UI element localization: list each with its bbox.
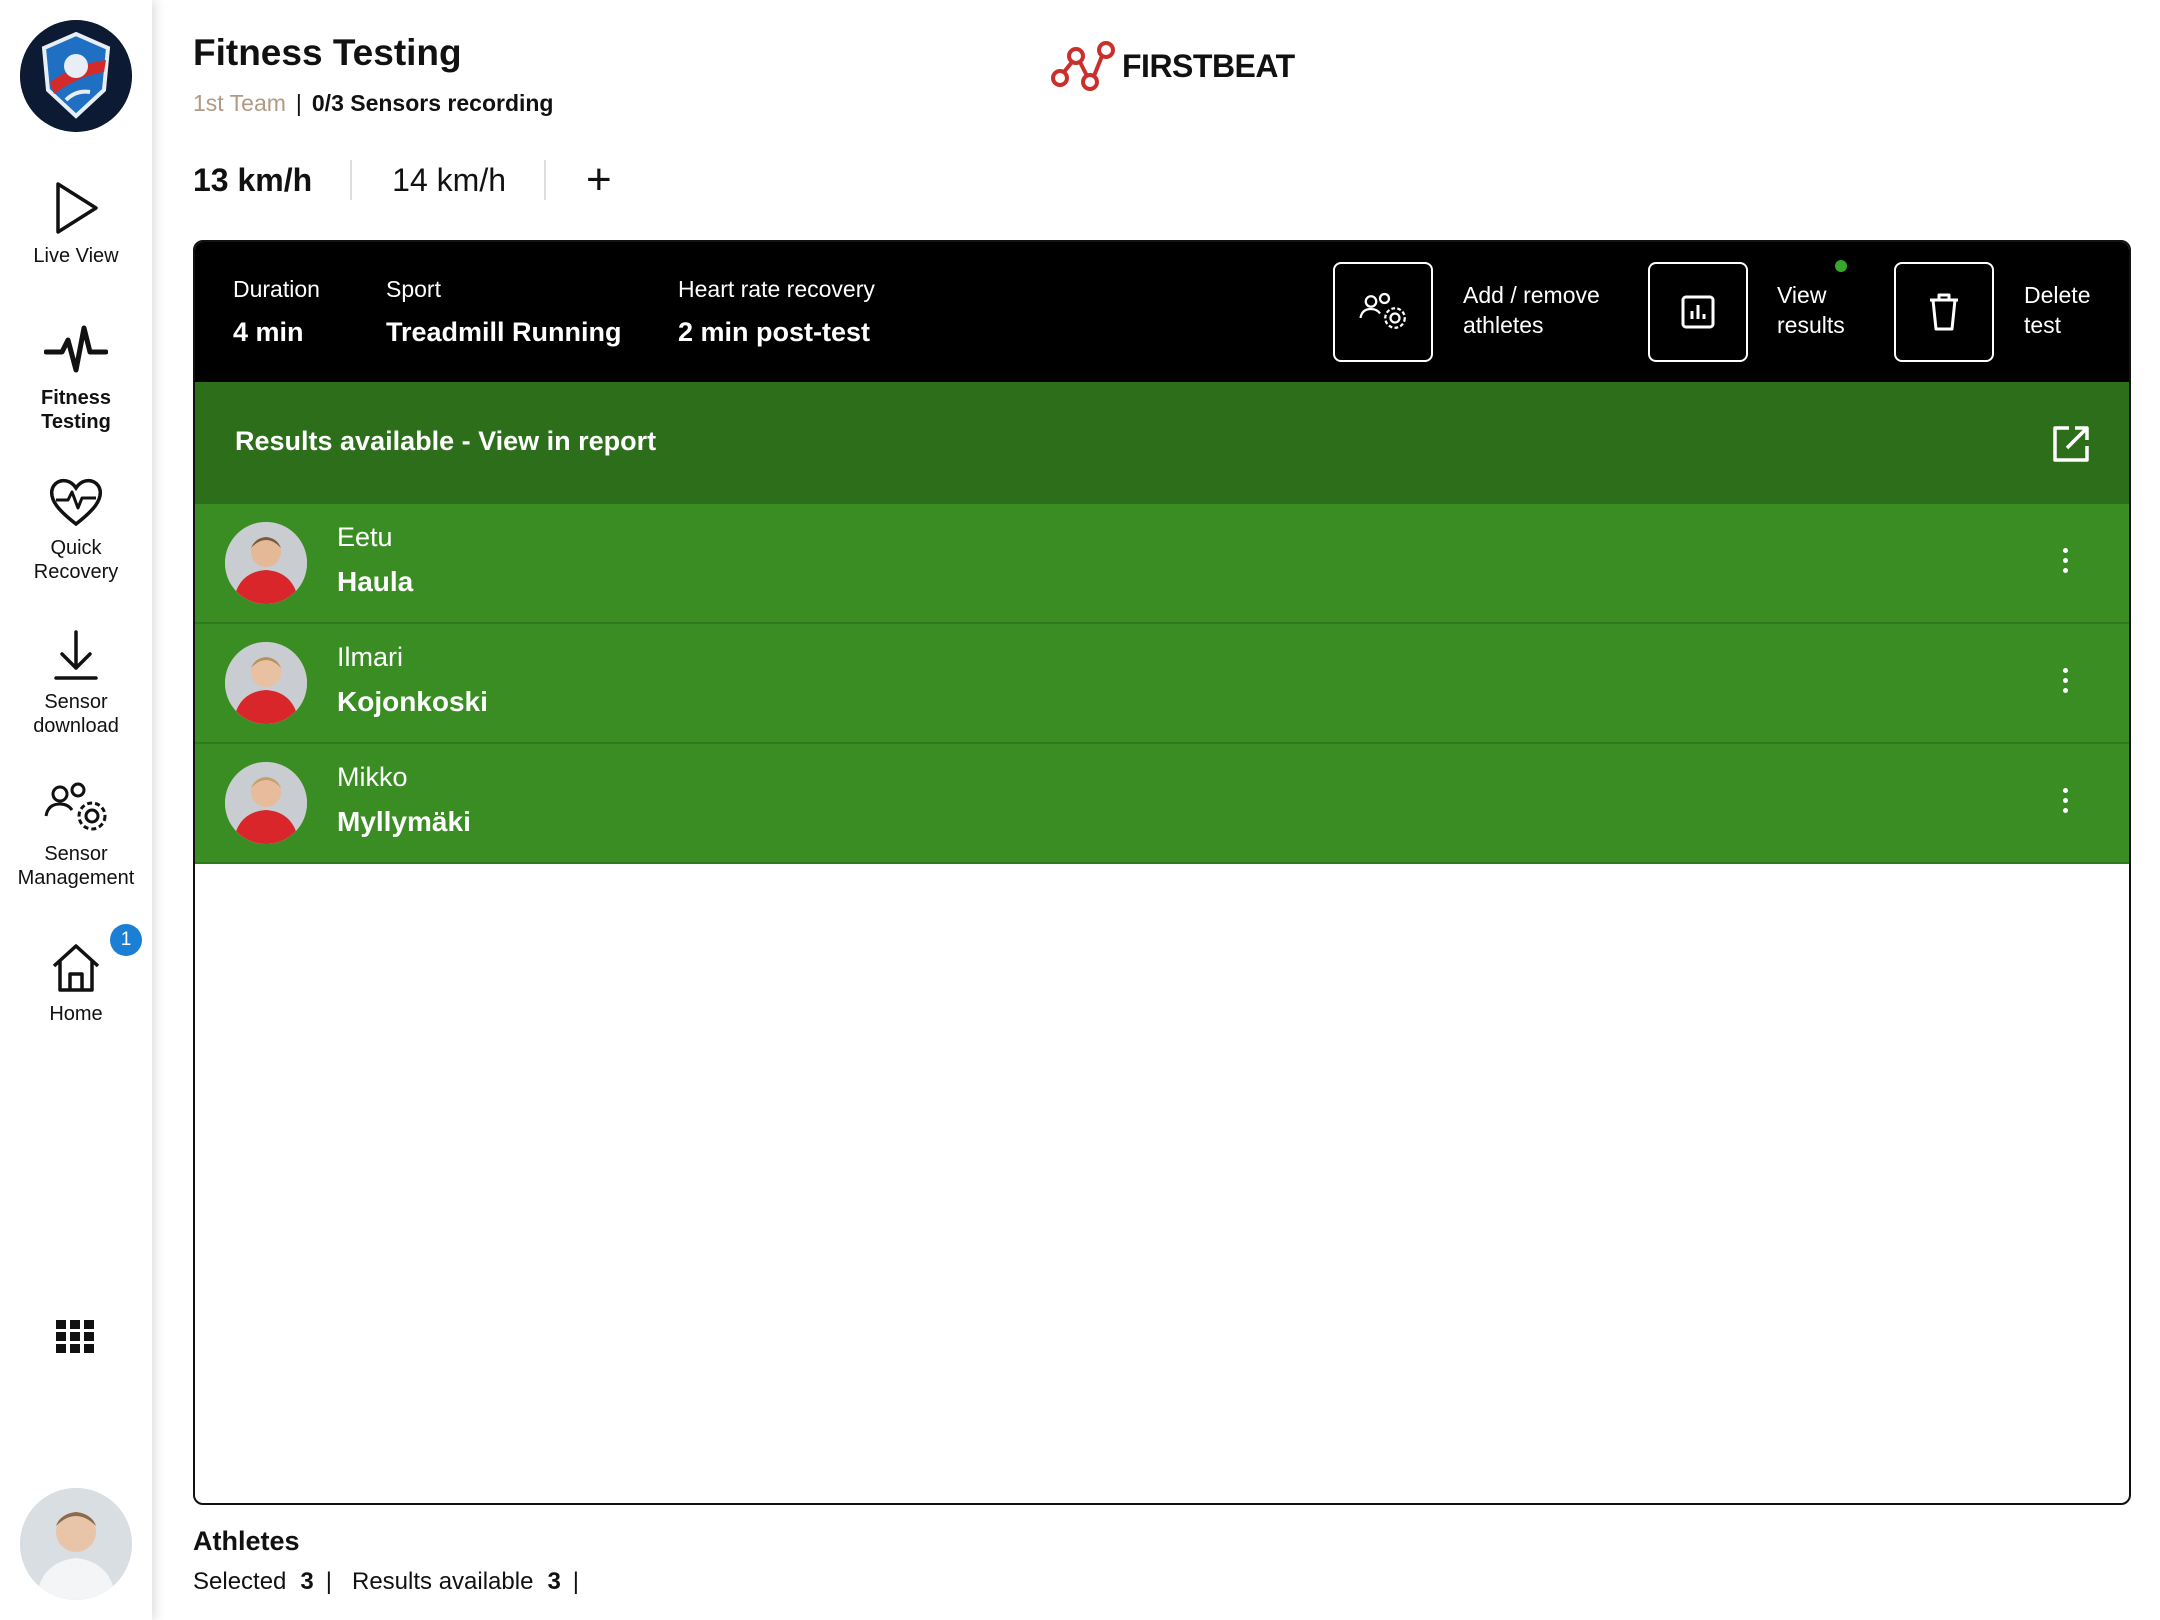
sport-label: Sport [386, 276, 441, 302]
delete-test-label[interactable]: Delete test [2024, 280, 2090, 340]
home-icon [52, 944, 100, 992]
duration-info: Duration 4 min [233, 276, 320, 348]
selected-label: Selected [193, 1568, 287, 1595]
view-results-label[interactable]: View results [1777, 280, 1845, 340]
athlete-row[interactable]: Ilmari Kojonkoski [195, 624, 2129, 744]
sidebar-item-sensor-download[interactable]: Sensor download [0, 630, 152, 738]
tab-14-kmh[interactable]: 14 km/h [392, 162, 544, 199]
athlete-last-name: Kojonkoski [337, 686, 488, 717]
view-results-button[interactable] [1648, 262, 1748, 362]
athlete-row[interactable]: Mikko Myllymäki [195, 744, 2129, 864]
sidebar-item-label: Home [49, 1003, 103, 1025]
sport-info: Sport Treadmill Running [386, 276, 622, 348]
more-options-icon[interactable] [2059, 788, 2071, 820]
add-remove-athletes-label[interactable]: Add / remove athletes [1463, 280, 1600, 340]
athlete-first-name: Eetu [337, 522, 393, 552]
test-panel: Duration 4 min Sport Treadmill Running H… [193, 240, 2131, 1505]
stats-separator: | [325, 1568, 332, 1595]
hr-recovery-value: 2 min post-test [678, 317, 871, 347]
athletes-stats: Selected 3 | Results available 3 | [193, 1568, 599, 1596]
more-options-icon[interactable] [2059, 668, 2071, 700]
subtitle: 1st Team | 0/3 Sensors recording [193, 90, 553, 117]
athlete-avatar [225, 642, 307, 724]
sidebar-item-label: Live View [33, 245, 119, 267]
heart-pulse-icon [49, 478, 103, 527]
trash-icon [1930, 293, 1958, 331]
tab-divider [544, 160, 546, 200]
results-available-label: Results available [352, 1568, 534, 1595]
sidebar-item-live-view[interactable]: Live View [0, 180, 152, 268]
delete-test-button[interactable] [1894, 262, 1994, 362]
athlete-first-name: Ilmari [337, 642, 403, 672]
team-name[interactable]: 1st Team [193, 90, 286, 116]
athlete-avatar [225, 762, 307, 844]
page-title: Fitness Testing [193, 32, 462, 73]
sport-value: Treadmill Running [386, 317, 622, 347]
athlete-first-name: Mikko [337, 762, 408, 792]
heartbeat-pulse-icon [44, 325, 108, 373]
results-banner-text: Results available - View in report [235, 426, 657, 456]
external-link-icon[interactable] [2051, 424, 2091, 464]
sidebar-item-quick-recovery[interactable]: Quick Recovery [0, 476, 152, 584]
subtitle-separator: | [295, 90, 302, 116]
selected-count: 3 [300, 1568, 314, 1595]
users-gear-icon [1359, 292, 1406, 329]
stats-separator: | [572, 1568, 580, 1595]
grid-icon[interactable] [56, 1320, 96, 1354]
test-info-header: Duration 4 min Sport Treadmill Running H… [195, 242, 2129, 382]
play-icon [56, 182, 98, 234]
bar-chart-icon [1681, 295, 1715, 329]
notification-badge: 1 [110, 924, 142, 956]
athlete-row[interactable]: Eetu Haula [195, 504, 2129, 624]
hr-recovery-label: Heart rate recovery [678, 276, 875, 302]
tab-divider [350, 160, 353, 200]
sensors-recording-status: 0/3 Sensors recording [311, 90, 554, 116]
sidebar-item-label: Sensor download [33, 691, 119, 737]
more-options-icon[interactable] [2059, 548, 2071, 580]
team-logo[interactable] [20, 20, 132, 132]
sidebar: Live View Fitness Testing Quick Recovery… [0, 0, 152, 1620]
users-gear-icon [44, 782, 107, 831]
athlete-last-name: Haula [337, 566, 414, 597]
athlete-avatar [225, 522, 307, 604]
results-banner[interactable]: Results available - View in report [195, 382, 2129, 504]
brand-name: FIRSTBEAT [1122, 47, 1295, 84]
sidebar-item-label: Sensor Management [17, 843, 135, 889]
athletes-section-title: Athletes [193, 1526, 300, 1556]
user-avatar[interactable] [20, 1488, 132, 1600]
sidebar-item-label: Quick Recovery [33, 537, 119, 583]
add-remove-athletes-button[interactable] [1333, 262, 1433, 362]
athlete-last-name: Myllymäki [337, 806, 471, 837]
firstbeat-logo-icon [1051, 41, 1115, 91]
speed-tabs: 13 km/h 14 km/h + [193, 156, 612, 204]
hr-recovery-info: Heart rate recovery 2 min post-test [678, 276, 875, 348]
results-ready-indicator [1835, 260, 1847, 272]
brand-logo: FIRSTBEAT [1050, 40, 1295, 92]
duration-value: 4 min [233, 317, 304, 347]
download-icon [54, 630, 98, 680]
results-available-count: 3 [547, 1568, 561, 1595]
add-speed-button[interactable]: + [586, 158, 612, 202]
duration-label: Duration [233, 276, 320, 302]
sidebar-item-sensor-management[interactable]: Sensor Management [0, 782, 152, 890]
tab-13-kmh[interactable]: 13 km/h [193, 162, 350, 199]
sidebar-item-fitness-testing[interactable]: Fitness Testing [0, 322, 152, 434]
sidebar-item-label: Fitness Testing [40, 387, 112, 433]
